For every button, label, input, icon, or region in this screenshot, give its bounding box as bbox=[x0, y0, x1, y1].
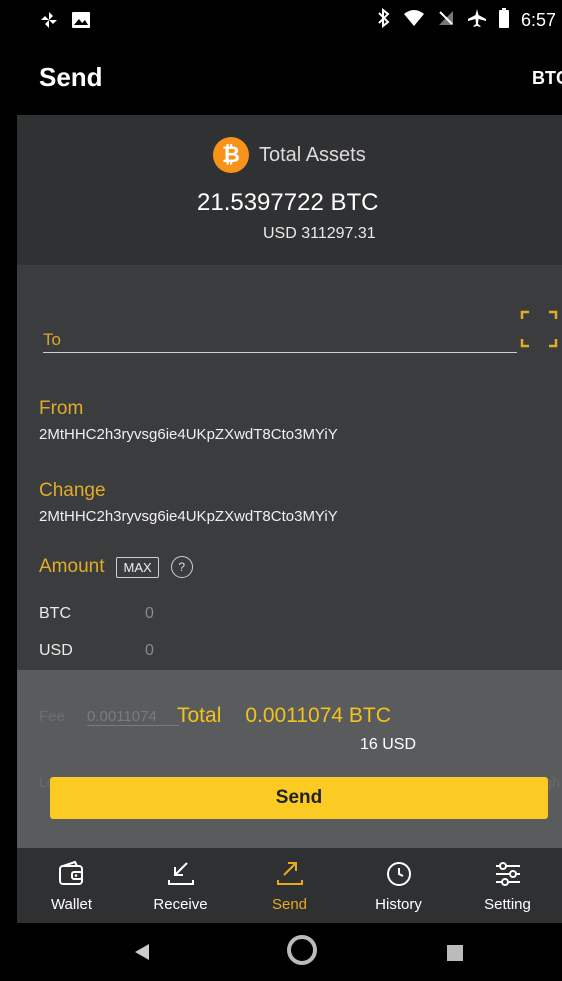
currency-selector[interactable]: BTC bbox=[532, 68, 562, 89]
total-assets-label: Total Assets bbox=[259, 143, 366, 166]
pinwheel-icon bbox=[39, 10, 59, 35]
home-icon[interactable] bbox=[287, 935, 317, 965]
total-assets-panel: ₿ Total Assets 21.5397722 BTC USD 311297… bbox=[17, 115, 562, 265]
back-icon[interactable] bbox=[134, 943, 150, 966]
from-label: From bbox=[39, 398, 84, 419]
max-button[interactable]: MAX bbox=[116, 556, 159, 578]
nav-receive[interactable]: Receive bbox=[126, 848, 235, 923]
from-address: 2MtHHC2h3ryvsg6ie4UKpZXwdT8Cto3MYiY bbox=[39, 426, 338, 443]
bluetooth-icon bbox=[377, 7, 391, 33]
sliders-icon bbox=[493, 860, 523, 892]
nav-setting-label: Setting bbox=[484, 896, 531, 913]
usd-amount-row[interactable]: USD 0 bbox=[39, 642, 154, 660]
system-nav-bar bbox=[17, 923, 562, 981]
nav-wallet-label: Wallet bbox=[50, 896, 93, 913]
to-address-input[interactable]: To bbox=[43, 330, 61, 350]
wallet-icon bbox=[57, 860, 87, 892]
summary-overlay: Fee 0.0011074 Low High Total 0.0011074 B… bbox=[17, 670, 562, 848]
recents-icon[interactable] bbox=[447, 945, 463, 961]
no-signal-icon bbox=[437, 9, 455, 32]
nav-receive-label: Receive bbox=[153, 896, 208, 913]
fee-label: Fee bbox=[39, 708, 65, 725]
to-input-underline bbox=[43, 352, 517, 353]
total-usd: 16 USD bbox=[360, 736, 417, 753]
change-address: 2MtHHC2h3ryvsg6ie4UKpZXwdT8Cto3MYiY bbox=[39, 508, 338, 525]
status-time: 6:57 bbox=[520, 10, 556, 30]
nav-history[interactable]: History bbox=[344, 848, 453, 923]
usd-amount-label: USD bbox=[39, 642, 73, 659]
nav-setting[interactable]: Setting bbox=[453, 848, 562, 923]
nav-send[interactable]: Send bbox=[235, 848, 344, 923]
total-btc: 0.0011074 BTC bbox=[245, 704, 391, 727]
clock-icon bbox=[384, 860, 414, 892]
amount-label: Amount bbox=[39, 556, 105, 577]
fee-field: Fee 0.0011074 bbox=[39, 708, 179, 726]
total-label: Total bbox=[177, 704, 222, 727]
fee-input[interactable]: 0.0011074 bbox=[87, 708, 179, 726]
nav-send-label: Send bbox=[271, 896, 308, 913]
help-icon[interactable]: ? bbox=[170, 556, 193, 578]
battery-icon bbox=[498, 8, 509, 33]
status-bar: 6:57 bbox=[17, 0, 562, 48]
btc-amount-input[interactable]: 0 bbox=[145, 605, 154, 623]
screen: 6:57 Send BTC ₿ Total Assets 21.5397722 … bbox=[17, 0, 562, 981]
usd-amount-input[interactable]: 0 bbox=[145, 642, 154, 660]
nav-history-label: History bbox=[375, 896, 422, 913]
wifi-icon bbox=[403, 9, 425, 32]
total-row: Total 0.0011074 BTC bbox=[177, 704, 391, 728]
btc-amount-row[interactable]: BTC 0 bbox=[39, 605, 154, 623]
receive-arrow-icon bbox=[166, 860, 196, 892]
bitcoin-icon: ₿ bbox=[213, 137, 249, 173]
qr-scan-icon[interactable] bbox=[520, 310, 558, 348]
send-arrow-icon bbox=[275, 860, 305, 892]
change-label: Change bbox=[39, 480, 106, 501]
btc-amount-label: BTC bbox=[39, 605, 71, 622]
send-button[interactable]: Send bbox=[50, 777, 548, 819]
total-assets-usd: USD 311297.31 bbox=[263, 225, 376, 242]
airplane-icon bbox=[467, 8, 487, 33]
image-icon bbox=[71, 11, 91, 34]
page-title: Send bbox=[39, 62, 103, 92]
app-bar: Send BTC bbox=[17, 48, 562, 115]
total-assets-btc: 21.5397722 BTC bbox=[197, 189, 379, 216]
nav-wallet[interactable]: Wallet bbox=[17, 848, 126, 923]
bottom-nav: Wallet Receive Send History Setting bbox=[17, 848, 562, 923]
